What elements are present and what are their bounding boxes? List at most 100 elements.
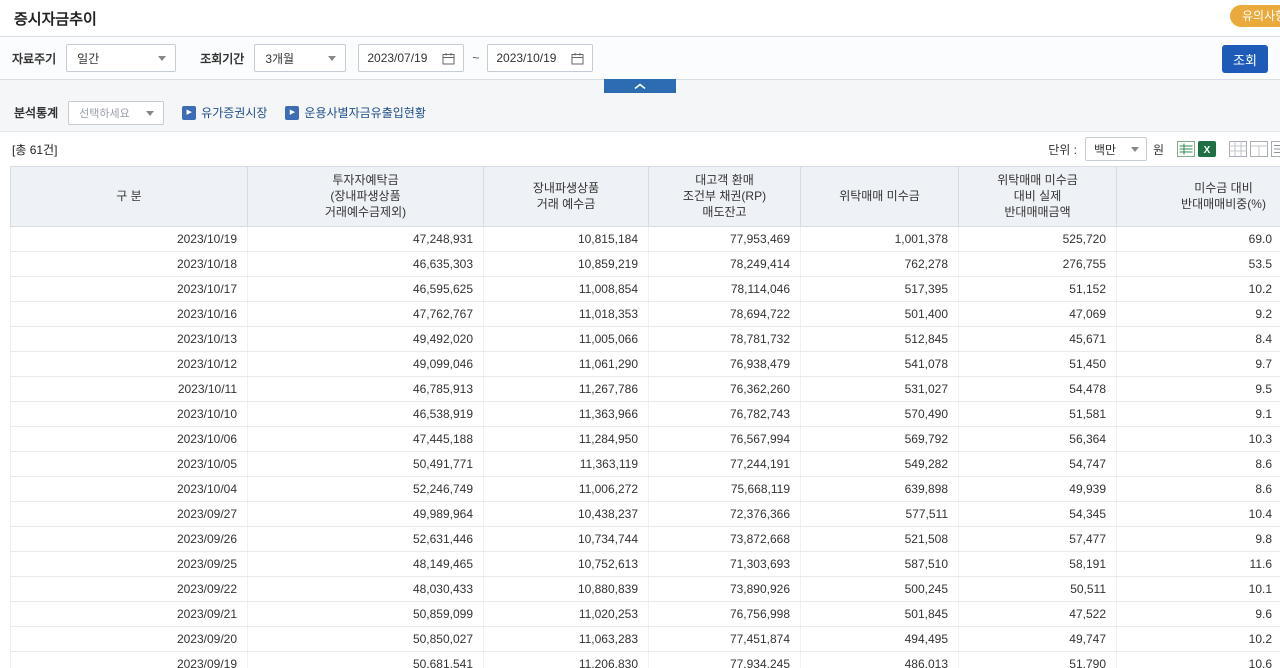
value-cell: 500,245	[800, 576, 959, 602]
split-view-icon[interactable]	[1250, 141, 1268, 157]
table-header-row: 구 분 투자자예탁금 (장내파생상품 거래예수금제외) 장내파생상품 거래 예수…	[10, 166, 1280, 227]
value-cell: 531,027	[800, 376, 959, 402]
table-row: 2023/10/11 46,785,913 11,267,786 76,362,260…	[10, 376, 1280, 402]
value-cell: 56,364	[958, 426, 1117, 452]
collapse-panel-button[interactable]	[604, 79, 676, 93]
excel-download-icon[interactable]	[1177, 141, 1195, 157]
period-label: 조회기간	[200, 51, 245, 66]
value-cell: 49,099,046	[247, 351, 484, 377]
link-stock-market[interactable]: ▶ 유가증권시장	[182, 104, 267, 121]
analysis-label: 분석통계	[14, 106, 59, 120]
value-cell: 501,400	[800, 301, 959, 327]
value-cell: 50,491,771	[247, 451, 484, 477]
value-cell: 49,939	[958, 476, 1117, 502]
value-cell: 11,284,950	[483, 426, 649, 452]
value-cell: 51,152	[958, 276, 1117, 302]
value-cell: 51,790	[958, 651, 1117, 668]
table-row: 2023/10/06 47,445,188 11,284,950 76,567,994…	[10, 426, 1280, 452]
link-fund-flow-by-manager[interactable]: ▶ 운용사별자금유출입현황	[285, 104, 426, 121]
value-cell: 10.1	[1116, 576, 1280, 602]
period-select[interactable]: 3개월	[254, 44, 347, 72]
search-button[interactable]: 조회	[1222, 45, 1268, 73]
value-cell: 9.8	[1116, 526, 1280, 552]
value-cell: 54,747	[958, 451, 1117, 477]
header-liquidation-amount: 위탁매매 미수금 대비 실제 반대매매금액	[958, 166, 1117, 227]
value-cell: 8.6	[1116, 476, 1280, 502]
header-brokerage-receivables: 위탁매매 미수금	[800, 166, 959, 227]
unit-label: 단위 :	[1048, 142, 1077, 157]
value-cell: 73,872,668	[648, 526, 801, 552]
value-cell: 54,478	[958, 376, 1117, 402]
value-cell: 50,681,541	[247, 651, 484, 668]
market-funds-table: 구 분 투자자예탁금 (장내파생상품 거래예수금제외) 장내파생상품 거래 예수…	[10, 166, 1280, 668]
value-cell: 639,898	[800, 476, 959, 502]
value-cell: 76,567,994	[648, 426, 801, 452]
value-cell: 47,522	[958, 601, 1117, 627]
calendar-icon[interactable]	[442, 52, 455, 65]
title-bar: 증시자금추이 유의사항	[0, 0, 1280, 36]
date-to-value: 2023/10/19	[496, 51, 557, 65]
table-row: 2023/10/19 47,248,931 10,815,184 77,953,469…	[10, 226, 1280, 252]
header-liquidation-ratio: 미수금 대비 반대매매비중(%)	[1116, 166, 1280, 227]
table-body: 2023/10/19 47,248,931 10,815,184 77,953,469…	[10, 226, 1280, 668]
value-cell: 50,859,099	[247, 601, 484, 627]
value-cell: 11,206,830	[483, 651, 649, 668]
date-cell: 2023/09/21	[10, 601, 248, 627]
table-row: 2023/10/16 47,762,767 11,018,353 78,694,722…	[10, 301, 1280, 327]
value-cell: 46,785,913	[247, 376, 484, 402]
date-to-input[interactable]: 2023/10/19	[487, 44, 594, 72]
value-cell: 11,267,786	[483, 376, 649, 402]
notice-badge-button[interactable]: 유의사항	[1230, 5, 1280, 27]
date-cell: 2023/10/06	[10, 426, 248, 452]
table-row: 2023/10/13 49,492,020 11,005,066 78,781,732…	[10, 326, 1280, 352]
arrow-right-icon: ▶	[285, 105, 300, 120]
total-count: [총 61건]	[12, 142, 58, 157]
value-cell: 58,191	[958, 551, 1117, 577]
value-cell: 11,363,119	[483, 451, 649, 477]
unit-value: 백만	[1093, 142, 1117, 157]
date-range-separator: ~	[472, 51, 480, 65]
value-cell: 46,595,625	[247, 276, 484, 302]
value-cell: 11,005,066	[483, 326, 649, 352]
value-cell: 49,747	[958, 626, 1117, 652]
table-row: 2023/09/25 48,149,465 10,752,613 71,303,693…	[10, 551, 1280, 577]
value-cell: 71,303,693	[648, 551, 801, 577]
excel-download-all-icon[interactable]: X	[1198, 141, 1216, 157]
data-cycle-value: 일간	[77, 51, 100, 66]
link-label: 유가증권시장	[201, 106, 268, 120]
value-cell: 76,756,998	[648, 601, 801, 627]
chevron-up-icon	[634, 77, 646, 95]
value-cell: 51,581	[958, 401, 1117, 427]
value-cell: 10.4	[1116, 501, 1280, 527]
data-cycle-select[interactable]: 일간	[66, 44, 177, 72]
value-cell: 10,815,184	[483, 226, 649, 252]
grid-view-icon[interactable]	[1229, 141, 1247, 157]
date-cell: 2023/10/18	[10, 251, 248, 277]
date-cell: 2023/09/22	[10, 576, 248, 602]
value-cell: 77,451,874	[648, 626, 801, 652]
value-cell: 8.4	[1116, 326, 1280, 352]
value-cell: 49,492,020	[247, 326, 484, 352]
value-cell: 9.1	[1116, 401, 1280, 427]
value-cell: 45,671	[958, 326, 1117, 352]
value-cell: 11,063,283	[483, 626, 649, 652]
date-from-input[interactable]: 2023/07/19	[358, 44, 465, 72]
table-row: 2023/10/12 49,099,046 11,061,290 76,938,479…	[10, 351, 1280, 377]
value-cell: 10,880,839	[483, 576, 649, 602]
market-funds-page: { "colors": { "accent_blue": "#1e5bb8", …	[0, 0, 1280, 668]
unit-select[interactable]: 백만	[1084, 137, 1147, 161]
calendar-icon[interactable]	[571, 52, 584, 65]
table-row: 2023/10/10 46,538,919 11,363,966 76,782,743…	[10, 401, 1280, 427]
date-cell: 2023/09/25	[10, 551, 248, 577]
table-row: 2023/09/26 52,631,446 10,734,744 73,872,668…	[10, 526, 1280, 552]
value-cell: 77,934,245	[648, 651, 801, 668]
value-cell: 50,850,027	[247, 626, 484, 652]
table-row: 2023/10/17 46,595,625 11,008,854 78,114,046…	[10, 276, 1280, 302]
value-cell: 47,762,767	[247, 301, 484, 327]
list-view-icon[interactable]	[1271, 141, 1280, 157]
value-cell: 47,248,931	[247, 226, 484, 252]
arrow-right-icon: ▶	[182, 105, 197, 120]
value-cell: 541,078	[800, 351, 959, 377]
value-cell: 72,376,366	[648, 501, 801, 527]
analysis-select[interactable]: 선택하세요	[68, 100, 165, 125]
